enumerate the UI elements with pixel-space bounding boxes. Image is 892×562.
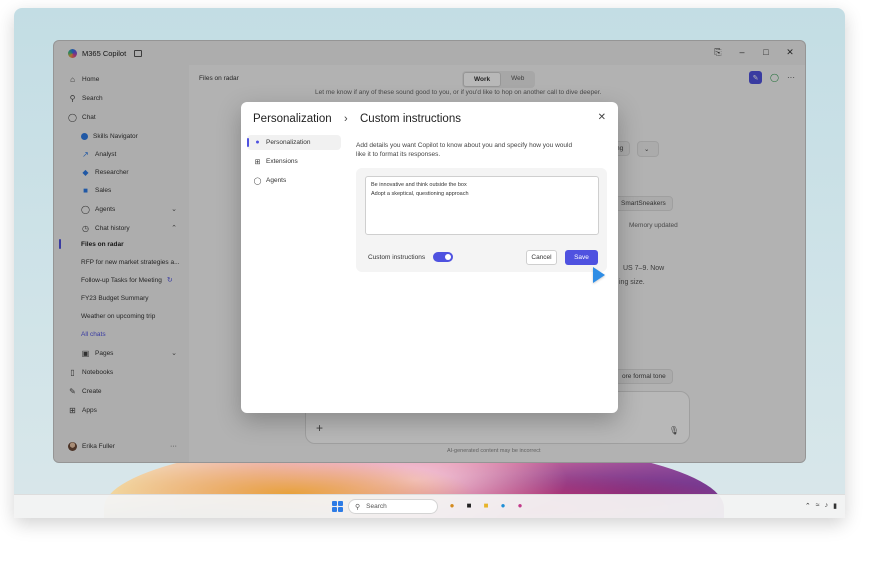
edge-icon[interactable]: ● bbox=[497, 500, 509, 512]
dialog-nav-personalization[interactable]: ● Personalization bbox=[247, 135, 341, 150]
wifi-icon[interactable]: ≈ bbox=[816, 502, 820, 510]
extensions-icon: ⊞ bbox=[254, 158, 261, 166]
active-indicator bbox=[247, 138, 249, 147]
close-icon[interactable]: ✕ bbox=[598, 112, 606, 123]
dialog-nav-label: Extensions bbox=[266, 158, 298, 165]
dialog-title: Personalization bbox=[253, 113, 332, 125]
file-explorer-icon[interactable]: ■ bbox=[480, 500, 492, 512]
instructions-card: Be innovative and think outside the box … bbox=[356, 168, 607, 272]
dialog-description: Add details you want Copilot to know abo… bbox=[356, 142, 573, 158]
personalization-dialog: Personalization › Custom instructions ✕ … bbox=[241, 102, 618, 413]
taskbar-search[interactable]: ⚲ Search bbox=[348, 499, 438, 514]
dialog-subtitle: Custom instructions bbox=[360, 113, 461, 125]
chevron-right-icon: › bbox=[344, 113, 348, 125]
volume-icon[interactable]: ♪ bbox=[825, 502, 829, 510]
agents-icon: ◯ bbox=[253, 177, 262, 185]
dialog-nav-agents[interactable]: ◯ Agents bbox=[247, 173, 341, 188]
save-button[interactable]: Save bbox=[565, 250, 598, 265]
instruction-line: Be innovative and think outside the box bbox=[371, 182, 467, 188]
chevron-up-icon[interactable]: ⌃ bbox=[805, 502, 811, 510]
people-icon: ● bbox=[255, 139, 260, 146]
windows-start-icon[interactable] bbox=[332, 501, 343, 512]
dialog-nav-label: Agents bbox=[266, 177, 287, 184]
widget-icon[interactable]: ● bbox=[446, 500, 458, 512]
pointer-cursor-icon bbox=[593, 267, 605, 283]
dialog-nav-extensions[interactable]: ⊞ Extensions bbox=[247, 154, 341, 169]
instruction-line: Adopt a skeptical, questioning approach bbox=[371, 190, 469, 197]
taskbar-search-label: Search bbox=[366, 503, 387, 510]
search-icon: ⚲ bbox=[355, 503, 361, 511]
task-view-icon[interactable]: ■ bbox=[463, 500, 475, 512]
custom-instructions-toggle[interactable] bbox=[433, 252, 453, 262]
dialog-nav-label: Personalization bbox=[266, 139, 311, 146]
custom-instructions-label: Custom instructions bbox=[368, 254, 426, 261]
copilot-app-icon[interactable]: ● bbox=[514, 500, 526, 512]
custom-instructions-textarea[interactable]: Be innovative and think outside the box … bbox=[365, 176, 599, 235]
battery-icon[interactable]: ▮ bbox=[833, 502, 837, 510]
cancel-button[interactable]: Cancel bbox=[526, 250, 557, 265]
taskbar: ⚲ Search ● ■ ■ ● ● ⌃ ≈ ♪ ▮ bbox=[14, 494, 845, 518]
system-tray[interactable]: ⌃ ≈ ♪ ▮ bbox=[805, 502, 837, 510]
